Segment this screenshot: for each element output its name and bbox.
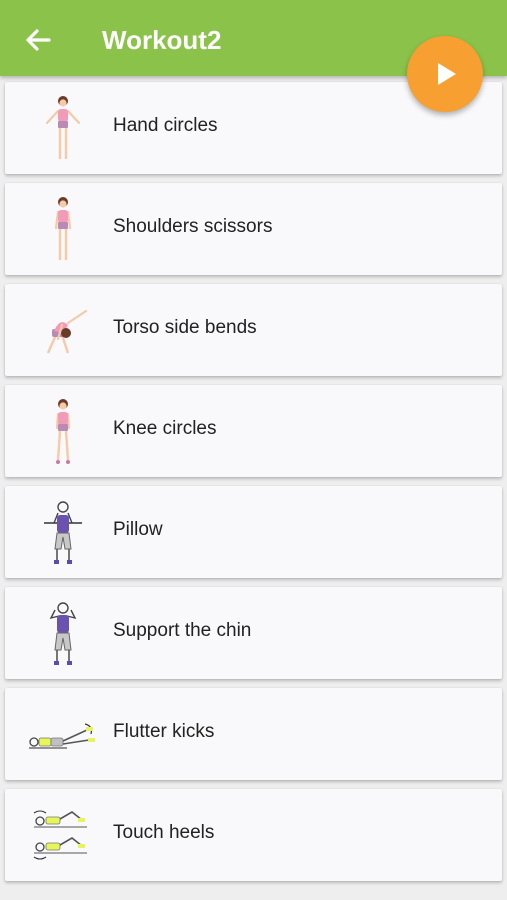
exercise-item-pillow[interactable]: Pillow	[5, 486, 502, 578]
exercise-item-flutter-kicks[interactable]: Flutter kicks	[5, 688, 502, 780]
exercise-label: Pillow	[113, 519, 163, 540]
exercise-label: Shoulders scissors	[113, 216, 273, 237]
woman-standing-figure-icon	[54, 197, 72, 260]
exercise-item-touch-heels[interactable]: Touch heels	[5, 789, 502, 881]
exercise-label: Flutter kicks	[113, 721, 215, 742]
page-title: Workout2	[102, 25, 222, 55]
exercise-label: Support the chin	[113, 620, 252, 641]
exercise-thumbnail	[25, 191, 101, 267]
woman-bending-figure-icon	[46, 309, 88, 354]
exercise-label: Touch heels	[113, 822, 215, 843]
exercise-thumbnail	[25, 494, 101, 570]
exercise-thumbnail	[25, 595, 101, 671]
arrow-back-icon	[26, 29, 51, 51]
exercise-item-shoulders-scissors[interactable]: Shoulders scissors	[5, 183, 502, 275]
exercise-label: Torso side bends	[113, 317, 257, 338]
play-icon	[438, 63, 456, 85]
exercise-thumbnail	[25, 393, 101, 469]
woman-standing-figure-icon	[55, 399, 71, 464]
touch-heels-figure-icon	[33, 810, 87, 860]
chin-support-figure-icon	[49, 602, 77, 665]
exercise-label: Knee circles	[113, 418, 217, 439]
start-workout-button[interactable]	[407, 36, 483, 112]
pillow-figure-icon	[44, 501, 82, 564]
woman-standing-figure-icon	[45, 96, 81, 159]
back-button[interactable]	[20, 22, 56, 58]
exercise-thumbnail	[25, 696, 101, 772]
exercise-thumbnail	[25, 90, 101, 166]
exercise-item-support-the-chin[interactable]: Support the chin	[5, 587, 502, 679]
exercise-item-knee-circles[interactable]: Knee circles	[5, 385, 502, 477]
exercise-label: Hand circles	[113, 115, 218, 136]
exercise-thumbnail	[25, 797, 101, 873]
exercise-item-torso-side-bends[interactable]: Torso side bends	[5, 284, 502, 376]
flutter-kicks-figure-icon	[29, 723, 95, 749]
exercise-thumbnail	[25, 292, 101, 368]
